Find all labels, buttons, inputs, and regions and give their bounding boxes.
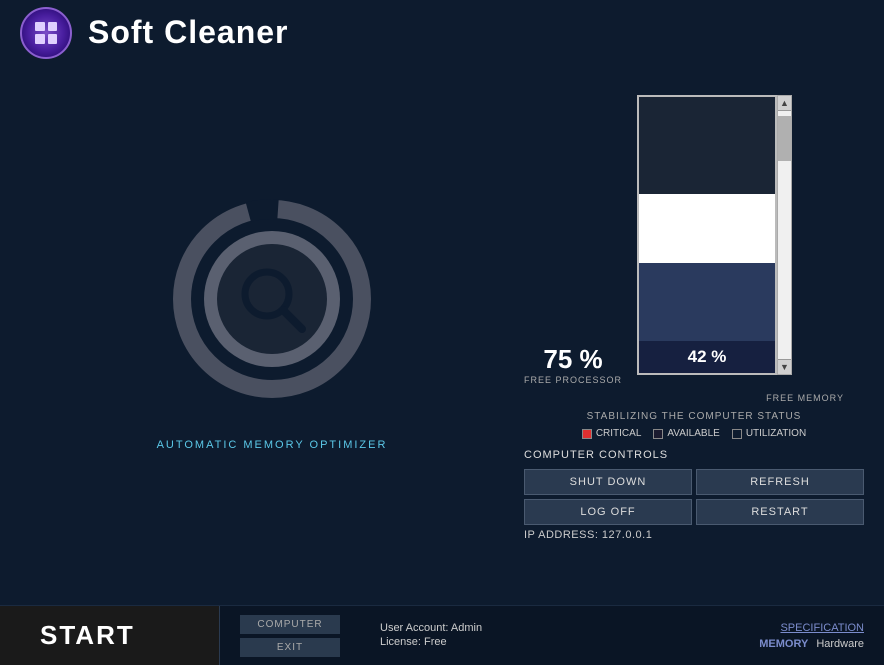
optimizer-svg	[172, 199, 372, 399]
chart-scrollbar[interactable]: ▲ ▼	[777, 95, 792, 375]
legend-utilization-label: UTILIZATION	[746, 428, 806, 439]
logo-grid-cell	[35, 22, 45, 32]
controls-grid: SHUT DOWN REFRESH LOG OFF RESTART	[524, 469, 864, 525]
app-logo	[20, 7, 72, 59]
logo-grid-cell	[48, 34, 58, 44]
controls-section: COMPUTER CONTROLS SHUT DOWN REFRESH LOG …	[524, 449, 864, 541]
bottom-tabs: MEMORY Hardware	[759, 638, 864, 650]
computer-button[interactable]: COMPUTER	[240, 615, 340, 634]
logo-grid-cell	[48, 22, 58, 32]
stabilizing-title: STABILIZING THE COMPUTER STATUS	[524, 411, 864, 422]
shut-down-button[interactable]: SHUT DOWN	[524, 469, 692, 495]
log-off-button[interactable]: LOG OFF	[524, 499, 692, 525]
refresh-button[interactable]: REFRESH	[696, 469, 864, 495]
stabilizing-section: STABILIZING THE COMPUTER STATUS CRITICAL…	[524, 411, 864, 439]
optimizer-label: AUTOMATIC MEMORY OPTIMIZER	[157, 439, 388, 451]
legend-critical-label: CRITICAL	[596, 428, 642, 439]
legend-available: AVAILABLE	[653, 428, 719, 439]
memory-pct-badge: 42 %	[639, 341, 775, 373]
exit-button[interactable]: EXIT	[240, 638, 340, 657]
optimizer-circle	[172, 199, 372, 399]
logo-grid-cell	[35, 34, 45, 44]
user-account-label: User Account: Admin	[380, 622, 719, 634]
chart-segment-white	[639, 194, 775, 263]
bottom-mid-controls: COMPUTER EXIT	[220, 615, 360, 657]
ip-address: IP ADDRESS: 127.0.0.1	[524, 529, 864, 541]
memory-value: 42 %	[688, 347, 727, 366]
processor-section: 75 % FREE PROCESSOR	[524, 344, 622, 385]
legend-available-label: AVAILABLE	[667, 428, 719, 439]
left-section: AUTOMATIC MEMORY OPTIMIZER	[20, 75, 524, 595]
legend-utilization: UTILIZATION	[732, 428, 806, 439]
scrollbar-up-arrow[interactable]: ▲	[778, 96, 791, 111]
bottom-right: SPECIFICATION MEMORY Hardware	[739, 622, 884, 650]
legend-critical: CRITICAL	[582, 428, 642, 439]
right-section: 75 % FREE PROCESSOR 42 %	[524, 75, 864, 595]
main-content: AUTOMATIC MEMORY OPTIMIZER 75 % FREE PRO…	[0, 65, 884, 605]
start-button[interactable]: START	[0, 606, 220, 665]
legend-critical-box	[582, 429, 592, 439]
processor-value: 75 %	[543, 344, 602, 375]
tab-hardware[interactable]: Hardware	[816, 638, 864, 650]
app-title: Soft Cleaner	[88, 14, 288, 51]
memory-chart-area: 42 % ▲ ▼	[637, 95, 792, 385]
restart-button[interactable]: RESTART	[696, 499, 864, 525]
legend-row: CRITICAL AVAILABLE UTILIZATION	[524, 428, 864, 439]
tab-memory[interactable]: MEMORY	[759, 638, 808, 650]
license-label: License: Free	[380, 636, 719, 648]
controls-title: COMPUTER CONTROLS	[524, 449, 864, 461]
scrollbar-down-arrow[interactable]: ▼	[778, 359, 791, 374]
memory-chart: 42 %	[637, 95, 777, 375]
legend-utilization-box	[732, 429, 742, 439]
chart-segment-dark-top	[639, 97, 775, 194]
memory-label: FREE MEMORY	[766, 393, 844, 403]
bottom-info: User Account: Admin License: Free	[360, 622, 739, 650]
legend-available-box	[653, 429, 663, 439]
processor-label: FREE PROCESSOR	[524, 375, 622, 385]
specification-link[interactable]: SPECIFICATION	[780, 622, 864, 634]
bottom-bar: START COMPUTER EXIT User Account: Admin …	[0, 605, 884, 665]
scrollbar-thumb[interactable]	[778, 116, 791, 161]
scrollbar-track	[778, 111, 791, 359]
app-header: Soft Cleaner	[0, 0, 884, 65]
logo-grid	[35, 22, 57, 44]
